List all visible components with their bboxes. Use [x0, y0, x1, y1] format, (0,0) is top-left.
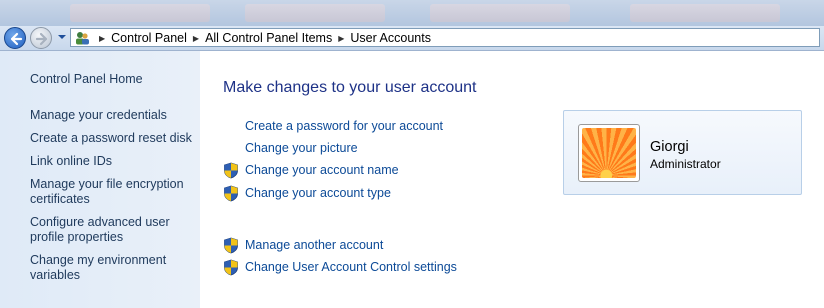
forward-arrow-icon [35, 32, 48, 46]
advanced-profile-properties-link[interactable]: Configure advanced user profile properti… [30, 215, 195, 245]
change-account-name-item: Change your account name [224, 162, 399, 179]
breadcrumb-separator-icon[interactable]: ▶ [193, 34, 199, 43]
background-tab[interactable] [70, 4, 210, 22]
breadcrumb: ▶ Control Panel ▶ All Control Panel Item… [93, 30, 431, 46]
breadcrumb-separator-icon[interactable]: ▶ [99, 34, 105, 43]
main-content: Make changes to your user account Create… [200, 51, 824, 308]
password-reset-disk-link[interactable]: Create a password reset disk [30, 131, 195, 146]
uac-settings-link[interactable]: Change User Account Control settings [245, 260, 457, 274]
breadcrumb-user-accounts[interactable]: User Accounts [350, 31, 431, 45]
back-button[interactable] [4, 27, 26, 49]
left-navigation-pane: Control Panel Home Manage your credentia… [0, 51, 200, 308]
recent-pages-dropdown-icon[interactable] [57, 32, 67, 42]
flower-picture-icon [582, 128, 636, 178]
back-arrow-icon [10, 32, 23, 46]
uac-shield-icon [224, 185, 238, 202]
account-name: Giorgi [650, 139, 689, 155]
background-tab[interactable] [630, 4, 780, 22]
change-account-type-item: Change your account type [224, 185, 391, 202]
left-task-list: Manage your credentials Create a passwor… [30, 108, 195, 291]
change-picture-link[interactable]: Change your picture [245, 141, 358, 155]
address-bar[interactable]: ▶ Control Panel ▶ All Control Panel Item… [70, 28, 820, 47]
user-account-card: Giorgi Administrator [563, 110, 802, 195]
link-online-ids-link[interactable]: Link online IDs [30, 154, 195, 169]
control-panel-home-link[interactable]: Control Panel Home [30, 72, 143, 86]
uac-shield-icon [224, 259, 238, 276]
breadcrumb-control-panel[interactable]: Control Panel [111, 31, 187, 45]
manage-another-account-link[interactable]: Manage another account [245, 238, 383, 252]
uac-shield-icon [224, 162, 238, 179]
breadcrumb-all-items[interactable]: All Control Panel Items [205, 31, 332, 45]
forward-button[interactable] [30, 27, 52, 49]
environment-variables-link[interactable]: Change my environment variables [30, 253, 195, 283]
uac-shield-icon [224, 237, 238, 254]
page-title: Make changes to your user account [223, 79, 477, 96]
manage-another-account-item: Manage another account [224, 237, 383, 254]
manage-credentials-link[interactable]: Manage your credentials [30, 108, 195, 123]
uac-settings-item: Change User Account Control settings [224, 259, 457, 276]
user-accounts-icon [76, 32, 89, 45]
file-encryption-certificates-link[interactable]: Manage your file encryption certificates [30, 177, 195, 207]
create-password-link[interactable]: Create a password for your account [245, 119, 443, 133]
breadcrumb-separator-icon[interactable]: ▶ [338, 34, 344, 43]
avatar[interactable] [578, 124, 640, 182]
background-tab[interactable] [245, 4, 385, 22]
navigation-bar: ▶ Control Panel ▶ All Control Panel Item… [0, 26, 824, 51]
account-role: Administrator [650, 157, 721, 171]
change-account-type-link[interactable]: Change your account type [245, 186, 391, 200]
change-account-name-link[interactable]: Change your account name [245, 163, 399, 177]
background-tab[interactable] [430, 4, 570, 22]
taskbar-strip [0, 0, 824, 27]
